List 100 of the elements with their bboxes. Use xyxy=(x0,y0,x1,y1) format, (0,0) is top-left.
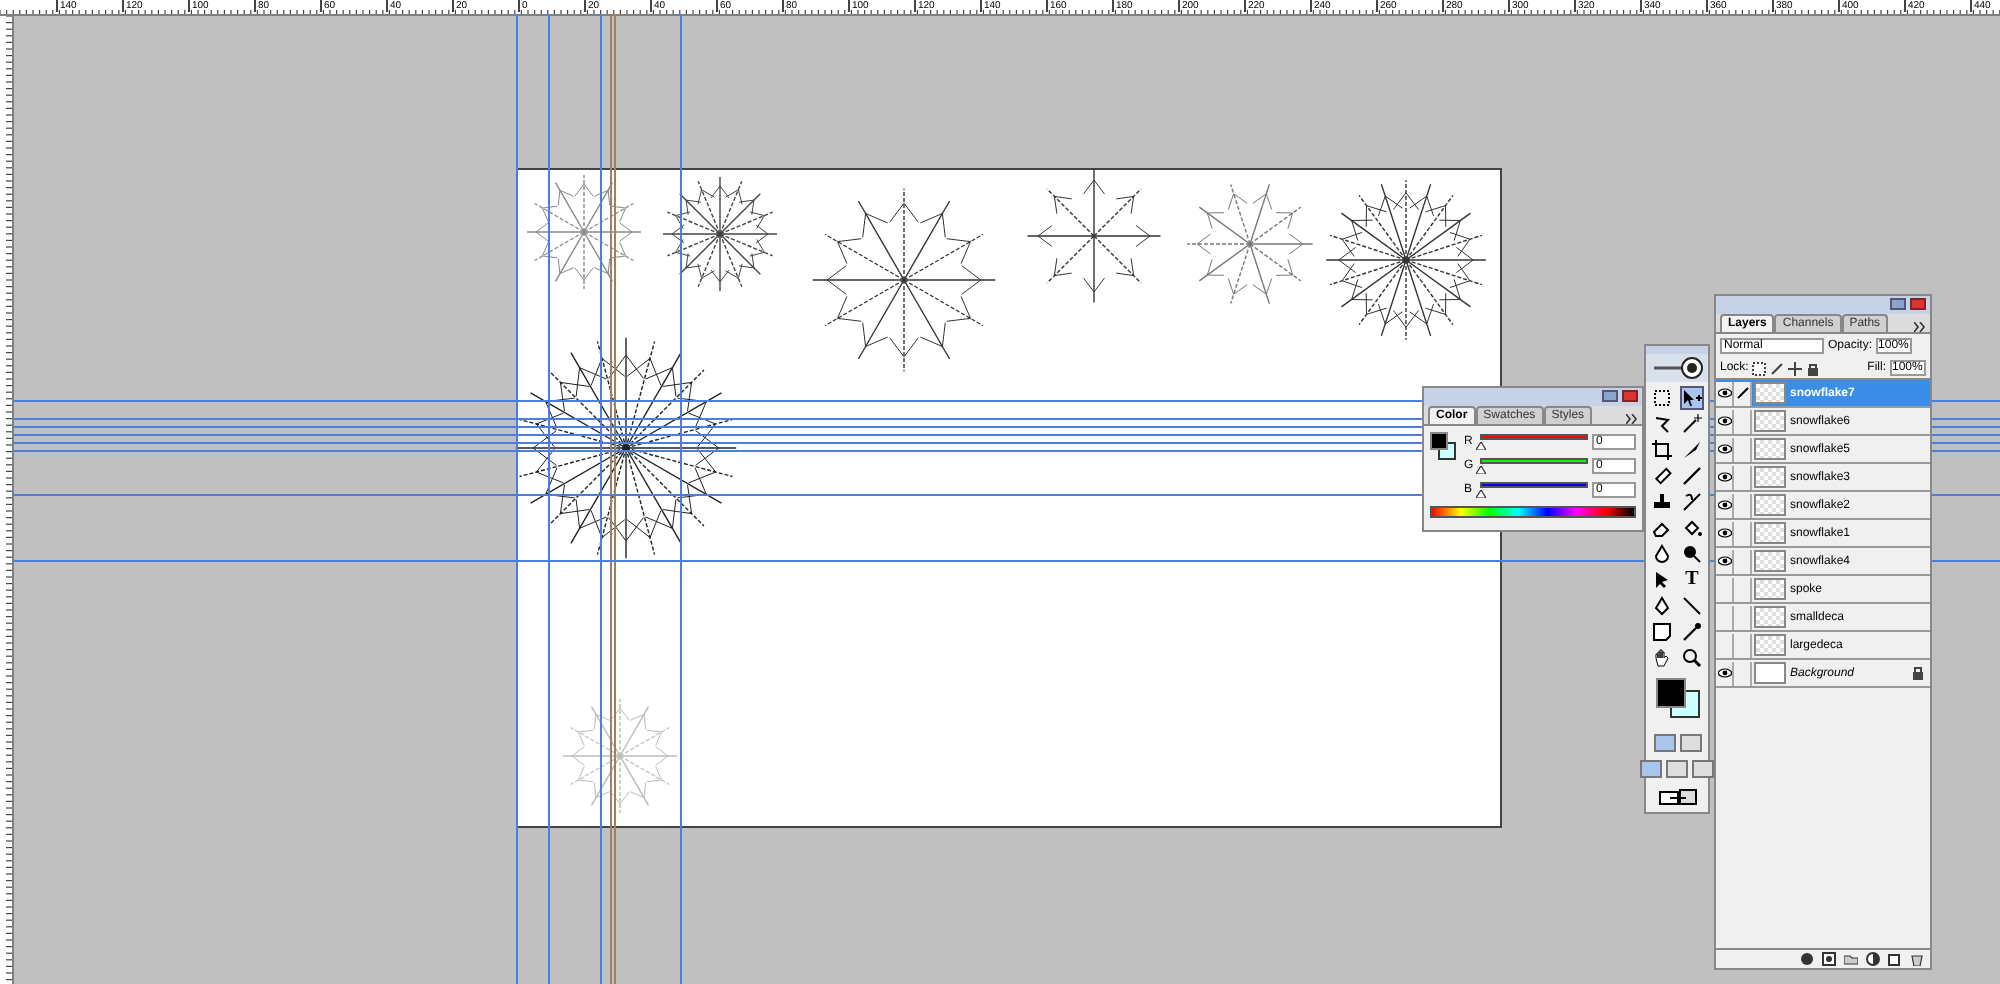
eye-icon xyxy=(1717,416,1731,426)
history-brush-tool-button[interactable] xyxy=(1680,490,1704,514)
eyedropper-tool-button[interactable] xyxy=(1680,620,1704,644)
folder-icon xyxy=(1844,952,1858,966)
snowflake-drawing xyxy=(1184,178,1316,310)
layer-thumbnail xyxy=(1754,522,1786,544)
layer-style-button[interactable] xyxy=(1800,952,1814,966)
visibility-toggle[interactable] xyxy=(1716,381,1734,405)
channel-slider[interactable] xyxy=(1480,458,1588,474)
folder-button[interactable] xyxy=(1844,952,1858,966)
line-icon xyxy=(1682,596,1702,616)
lasso-tool-button[interactable] xyxy=(1650,412,1674,436)
visibility-toggle[interactable] xyxy=(1716,437,1734,461)
brush-icon xyxy=(1682,466,1702,486)
eye-icon xyxy=(1717,528,1731,538)
quick-mask-button[interactable] xyxy=(1679,734,1701,752)
paint-bucket-icon xyxy=(1682,518,1702,538)
eye-icon xyxy=(1717,472,1731,482)
eraser-icon xyxy=(1652,518,1672,538)
hand-tool-button[interactable] xyxy=(1650,646,1674,670)
mask-button[interactable] xyxy=(1822,952,1836,966)
crop-tool-button[interactable] xyxy=(1650,438,1674,462)
lock-button[interactable] xyxy=(1770,361,1785,375)
trash-button[interactable] xyxy=(1910,952,1924,966)
new-layer-icon xyxy=(1888,952,1902,966)
history-brush-icon xyxy=(1682,492,1702,512)
snowflake-drawing xyxy=(1024,166,1164,306)
visibility-toggle[interactable] xyxy=(1716,409,1734,433)
layer-thumbnail xyxy=(1754,578,1786,600)
visibility-toggle[interactable] xyxy=(1716,521,1734,545)
snowflake-drawing xyxy=(560,696,680,816)
layer-thumbnail xyxy=(1754,438,1786,460)
visibility-toggle[interactable] xyxy=(1716,549,1734,573)
layer-thumbnail xyxy=(1754,606,1786,628)
visibility-toggle[interactable] xyxy=(1716,661,1734,685)
new-layer-button[interactable] xyxy=(1888,952,1902,966)
arrow-cursor-icon xyxy=(1652,570,1672,590)
pen-icon xyxy=(1652,596,1672,616)
link-toggle[interactable] xyxy=(1734,381,1752,405)
jump-to-button[interactable] xyxy=(1655,786,1699,806)
note-tool-button[interactable] xyxy=(1650,620,1674,644)
dodge-tool-button[interactable] xyxy=(1680,542,1704,566)
zoom-tool-button[interactable] xyxy=(1680,646,1704,670)
move-icon xyxy=(1682,388,1702,408)
drop-icon xyxy=(1652,544,1672,564)
menu-arrows-icon xyxy=(1626,414,1638,424)
channel-slider[interactable] xyxy=(1480,482,1588,498)
lock-move-icon xyxy=(1788,361,1803,375)
eye-icon xyxy=(1717,388,1731,398)
paint-bucket-tool-button[interactable] xyxy=(1680,516,1704,540)
layer-thumbnail xyxy=(1754,662,1786,684)
note-icon xyxy=(1652,622,1672,642)
eye-icon xyxy=(1717,444,1731,454)
minimize-button[interactable] xyxy=(1602,390,1618,402)
standard-mode-button[interactable] xyxy=(1653,734,1675,752)
crop-icon xyxy=(1652,440,1672,460)
layer-thumbnail xyxy=(1754,550,1786,572)
eyedropper-icon xyxy=(1682,622,1702,642)
stamp-icon xyxy=(1652,492,1672,512)
screen-mode-button[interactable] xyxy=(1640,760,1662,778)
stamp-tool-button[interactable] xyxy=(1650,490,1674,514)
brush-icon xyxy=(1735,386,1749,400)
visibility-toggle[interactable] xyxy=(1716,493,1734,517)
lock-button[interactable] xyxy=(1752,361,1767,375)
adjustment-button[interactable] xyxy=(1866,952,1880,966)
layer-thumbnail xyxy=(1754,466,1786,488)
channel-slider[interactable] xyxy=(1480,434,1588,450)
visibility-toggle[interactable] xyxy=(1716,465,1734,489)
knife-icon xyxy=(1682,440,1702,460)
panel-menu-icon[interactable] xyxy=(1626,414,1638,424)
panel-menu-icon[interactable] xyxy=(1914,322,1926,332)
lock-button[interactable] xyxy=(1788,361,1803,375)
padlock-icon xyxy=(1912,666,1924,680)
snowflake-drawing xyxy=(524,172,644,292)
lock-button[interactable] xyxy=(1806,361,1821,375)
brush-tool-button[interactable] xyxy=(1680,464,1704,488)
move-tool-button[interactable] xyxy=(1680,386,1704,410)
magic-wand-tool-button[interactable] xyxy=(1680,412,1704,436)
adjustment-icon xyxy=(1866,952,1880,966)
pen-tool-button[interactable] xyxy=(1650,594,1674,618)
magic-wand-icon xyxy=(1682,414,1702,434)
padlock-icon xyxy=(1806,361,1821,375)
minimize-button[interactable] xyxy=(1890,298,1906,310)
layer-style-icon xyxy=(1800,952,1814,966)
layer-thumbnail xyxy=(1754,410,1786,432)
layer-thumbnail xyxy=(1754,634,1786,656)
drop-tool-button[interactable] xyxy=(1650,542,1674,566)
color-swatches-icon[interactable] xyxy=(1653,678,1701,720)
line-tool-button[interactable] xyxy=(1680,594,1704,618)
eye-logo-icon xyxy=(1651,356,1703,380)
eye-icon xyxy=(1717,668,1731,678)
foreground-color-swatch[interactable] xyxy=(1430,432,1448,450)
marquee-tool-button[interactable] xyxy=(1650,386,1674,410)
snowflake-drawing xyxy=(660,174,780,294)
type-tool-button[interactable]: T xyxy=(1680,568,1704,592)
dodge-icon xyxy=(1682,544,1702,564)
zoom-icon xyxy=(1682,648,1702,668)
full-screen-mode-button[interactable] xyxy=(1692,760,1714,778)
color-spectrum-bar[interactable] xyxy=(1430,506,1636,518)
toolbox-title-bar xyxy=(1646,346,1708,354)
